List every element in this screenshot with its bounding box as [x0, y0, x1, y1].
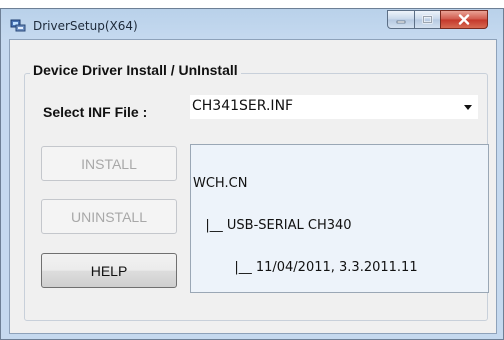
driver-info-box: WCH.CN |__ USB-SERIAL CH340 |__ 11/04/20… — [190, 144, 489, 293]
info-line-vendor: WCH.CN — [193, 176, 248, 191]
title-bar[interactable]: DriverSetup(X64) — [1, 9, 503, 39]
close-button[interactable] — [440, 10, 488, 29]
maximize-button[interactable] — [414, 10, 441, 29]
driver-setup-icon — [10, 19, 26, 32]
install-button[interactable]: INSTALL — [41, 146, 177, 181]
close-icon — [458, 14, 470, 25]
help-button[interactable]: HELP — [41, 253, 177, 288]
dialog-client-area: Device Driver Install / UnInstall Select… — [9, 39, 497, 334]
minimize-icon — [396, 20, 406, 23]
minimize-button[interactable] — [387, 10, 415, 29]
inf-file-select[interactable]: CH341SER.INF — [190, 95, 478, 119]
inf-file-value: CH341SER.INF — [192, 98, 294, 114]
info-line-version: |__ 11/04/2011, 3.3.2011.11 — [193, 260, 418, 275]
chevron-down-icon[interactable] — [464, 105, 472, 110]
info-line-device: |__ USB-SERIAL CH340 — [193, 218, 352, 233]
inf-file-label: Select INF File : — [43, 104, 148, 120]
driver-setup-window: DriverSetup(X64) Device Driver Install /… — [0, 8, 504, 340]
uninstall-button[interactable]: UNINSTALL — [41, 199, 177, 234]
window-title: DriverSetup(X64) — [33, 19, 138, 33]
groupbox-title: Device Driver Install / UnInstall — [30, 62, 241, 78]
maximize-icon — [422, 15, 433, 24]
